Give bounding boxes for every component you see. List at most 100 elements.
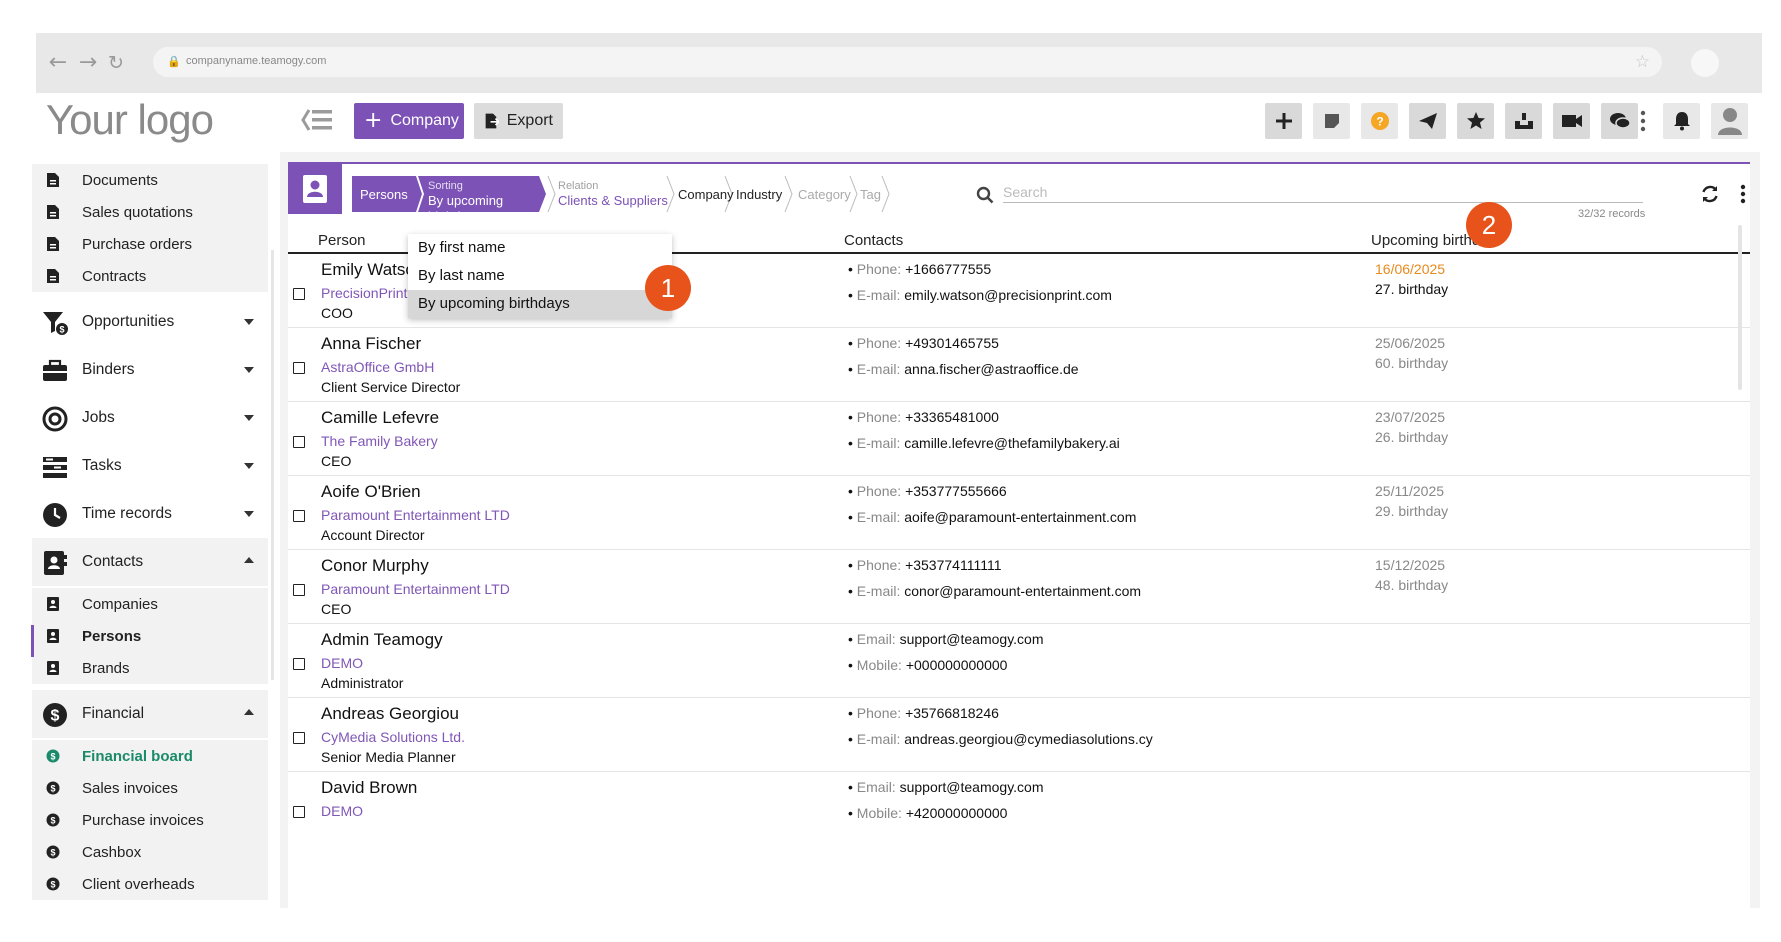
person-name[interactable]: Admin Teamogy bbox=[321, 630, 443, 650]
person-company-link[interactable]: PrecisionPrint bbox=[321, 285, 407, 301]
contact-value[interactable]: +35766818246 bbox=[905, 705, 999, 721]
more-vertical-icon[interactable] bbox=[1640, 110, 1646, 132]
crumb-tag[interactable]: Tag bbox=[860, 176, 881, 212]
column-header-person[interactable]: Person bbox=[318, 232, 366, 249]
row-checkbox[interactable] bbox=[293, 436, 305, 448]
notes-button[interactable] bbox=[1313, 103, 1350, 139]
chevron-down-icon[interactable] bbox=[244, 463, 254, 469]
sidebar-item-binders[interactable]: Binders bbox=[32, 346, 268, 394]
contact-value[interactable]: +353774111111 bbox=[905, 557, 1001, 573]
person-name[interactable]: Conor Murphy bbox=[321, 556, 429, 576]
crumb-company[interactable]: Company bbox=[678, 176, 734, 212]
sidebar-item-purchase-invoices[interactable]: $ Purchase invoices bbox=[32, 804, 268, 836]
inbox-button[interactable] bbox=[1505, 103, 1542, 139]
contact-value[interactable]: camille.lefevre@thefamilybakery.ai bbox=[904, 435, 1119, 451]
contact-value[interactable]: +420000000000 bbox=[906, 805, 1008, 821]
sidebar-item-sales-invoices[interactable]: $ Sales invoices bbox=[32, 772, 268, 804]
sidebar-item-sales-quotations[interactable]: Sales quotations bbox=[32, 196, 268, 228]
export-button[interactable]: Export bbox=[474, 103, 563, 139]
sidebar-item-opportunities[interactable]: $ Opportunities bbox=[32, 298, 268, 346]
sidebar-item-documents[interactable]: Documents bbox=[32, 164, 268, 196]
sidebar-item-client-overheads[interactable]: $ Client overheads bbox=[32, 868, 268, 900]
video-button[interactable] bbox=[1553, 103, 1590, 139]
crumb-relation[interactable]: Relation Clients & Suppliers bbox=[558, 176, 668, 212]
add-button[interactable] bbox=[1265, 103, 1302, 139]
table-row[interactable]: Conor Murphy Paramount Entertainment LTD… bbox=[288, 550, 1750, 624]
contact-value[interactable]: andreas.georgiou@cymediasolutions.cy bbox=[904, 731, 1152, 747]
row-checkbox[interactable] bbox=[293, 510, 305, 522]
contact-value[interactable]: +353777555666 bbox=[905, 483, 1007, 499]
table-row[interactable]: Admin Teamogy DEMO Administrator • Email… bbox=[288, 624, 1750, 698]
row-checkbox[interactable] bbox=[293, 732, 305, 744]
crumb-persons[interactable]: Persons bbox=[352, 176, 414, 212]
row-checkbox[interactable] bbox=[293, 362, 305, 374]
sidebar-item-time-records[interactable]: Time records bbox=[32, 490, 268, 538]
sidebar-item-persons[interactable]: Persons bbox=[32, 620, 268, 652]
user-avatar-button[interactable] bbox=[1711, 103, 1748, 139]
chevron-down-icon[interactable] bbox=[244, 319, 254, 325]
sidebar-item-purchase-orders[interactable]: Purchase orders bbox=[32, 228, 268, 260]
back-arrow-icon[interactable]: ← bbox=[46, 51, 70, 75]
table-row[interactable]: David Brown DEMO • Email: support@teamog… bbox=[288, 772, 1750, 846]
contact-value[interactable]: conor@paramount-entertainment.com bbox=[904, 583, 1141, 599]
refresh-icon[interactable] bbox=[1700, 184, 1720, 204]
sidebar-item-financial-board[interactable]: $ Financial board bbox=[32, 740, 268, 772]
browser-profile-icon[interactable] bbox=[1691, 49, 1719, 77]
contact-value[interactable]: support@teamogy.com bbox=[900, 779, 1044, 795]
person-company-link[interactable]: Paramount Entertainment LTD bbox=[321, 507, 510, 523]
contact-value[interactable]: +49301465755 bbox=[905, 335, 999, 351]
person-company-link[interactable]: The Family Bakery bbox=[321, 433, 438, 449]
address-bar[interactable]: 🔒 companyname.teamogy.com ☆ bbox=[153, 47, 1662, 77]
sidebar-item-companies[interactable]: Companies bbox=[32, 588, 268, 620]
person-name[interactable]: Andreas Georgiou bbox=[321, 704, 459, 724]
row-checkbox[interactable] bbox=[293, 288, 305, 300]
contact-value[interactable]: anna.fischer@astraoffice.de bbox=[904, 361, 1078, 377]
contact-value[interactable]: emily.watson@precisionprint.com bbox=[904, 287, 1112, 303]
row-checkbox[interactable] bbox=[293, 658, 305, 670]
person-name[interactable]: David Brown bbox=[321, 778, 417, 798]
person-name[interactable]: Aoife O'Brien bbox=[321, 482, 421, 502]
add-company-button[interactable]: + Company bbox=[354, 103, 464, 139]
crumb-industry[interactable]: Industry bbox=[736, 176, 782, 212]
contact-value[interactable]: +1666777555 bbox=[905, 261, 991, 277]
sidebar-scrollbar[interactable] bbox=[271, 250, 274, 680]
sort-option-first-name[interactable]: By first name bbox=[408, 234, 672, 262]
sidebar-item-brands[interactable]: Brands bbox=[32, 652, 268, 684]
chevron-down-icon[interactable] bbox=[244, 367, 254, 373]
table-row[interactable]: Aoife O'Brien Paramount Entertainment LT… bbox=[288, 476, 1750, 550]
contact-value[interactable]: +000000000000 bbox=[906, 657, 1008, 673]
sidebar-item-tasks[interactable]: Tasks bbox=[32, 442, 268, 490]
chevron-up-icon[interactable] bbox=[244, 709, 254, 715]
sidebar-item-cashbox[interactable]: $ Cashbox bbox=[32, 836, 268, 868]
help-button[interactable]: ? bbox=[1361, 103, 1398, 139]
favorites-button[interactable] bbox=[1457, 103, 1494, 139]
search-input[interactable] bbox=[1003, 181, 1643, 203]
contact-value[interactable]: aoife@paramount-entertainment.com bbox=[904, 509, 1136, 525]
person-name[interactable]: Camille Lefevre bbox=[321, 408, 439, 428]
menu-collapse-icon[interactable] bbox=[300, 105, 334, 135]
table-row[interactable]: Camille Lefevre The Family Bakery CEO • … bbox=[288, 402, 1750, 476]
more-vertical-icon[interactable] bbox=[1740, 184, 1746, 204]
sidebar-item-contracts[interactable]: Contracts bbox=[32, 260, 268, 292]
person-company-link[interactable]: DEMO bbox=[321, 803, 363, 819]
row-checkbox[interactable] bbox=[293, 806, 305, 818]
notifications-button[interactable] bbox=[1663, 103, 1700, 139]
crumb-sorting[interactable]: Sorting By upcoming birthdays bbox=[428, 176, 548, 224]
person-company-link[interactable]: Paramount Entertainment LTD bbox=[321, 581, 510, 597]
person-company-link[interactable]: CyMedia Solutions Ltd. bbox=[321, 729, 465, 745]
forward-arrow-icon[interactable]: → bbox=[76, 51, 100, 75]
sort-option-last-name[interactable]: By last name bbox=[408, 262, 672, 290]
chevron-down-icon[interactable] bbox=[244, 415, 254, 421]
bookmark-star-icon[interactable]: ☆ bbox=[1635, 52, 1650, 72]
sidebar-item-financial[interactable]: $ Financial bbox=[32, 690, 268, 738]
row-checkbox[interactable] bbox=[293, 584, 305, 596]
crumb-category[interactable]: Category bbox=[798, 176, 851, 212]
table-row[interactable]: Anna Fischer AstraOffice GmbH Client Ser… bbox=[288, 328, 1750, 402]
column-header-contacts[interactable]: Contacts bbox=[844, 232, 903, 249]
send-button[interactable] bbox=[1409, 103, 1446, 139]
sidebar-item-jobs[interactable]: Jobs bbox=[32, 394, 268, 442]
table-scrollbar[interactable] bbox=[1738, 225, 1742, 390]
contact-value[interactable]: support@teamogy.com bbox=[900, 631, 1044, 647]
sidebar-item-contacts[interactable]: Contacts bbox=[32, 538, 268, 586]
sort-option-upcoming-birthdays[interactable]: By upcoming birthdays bbox=[408, 290, 672, 318]
